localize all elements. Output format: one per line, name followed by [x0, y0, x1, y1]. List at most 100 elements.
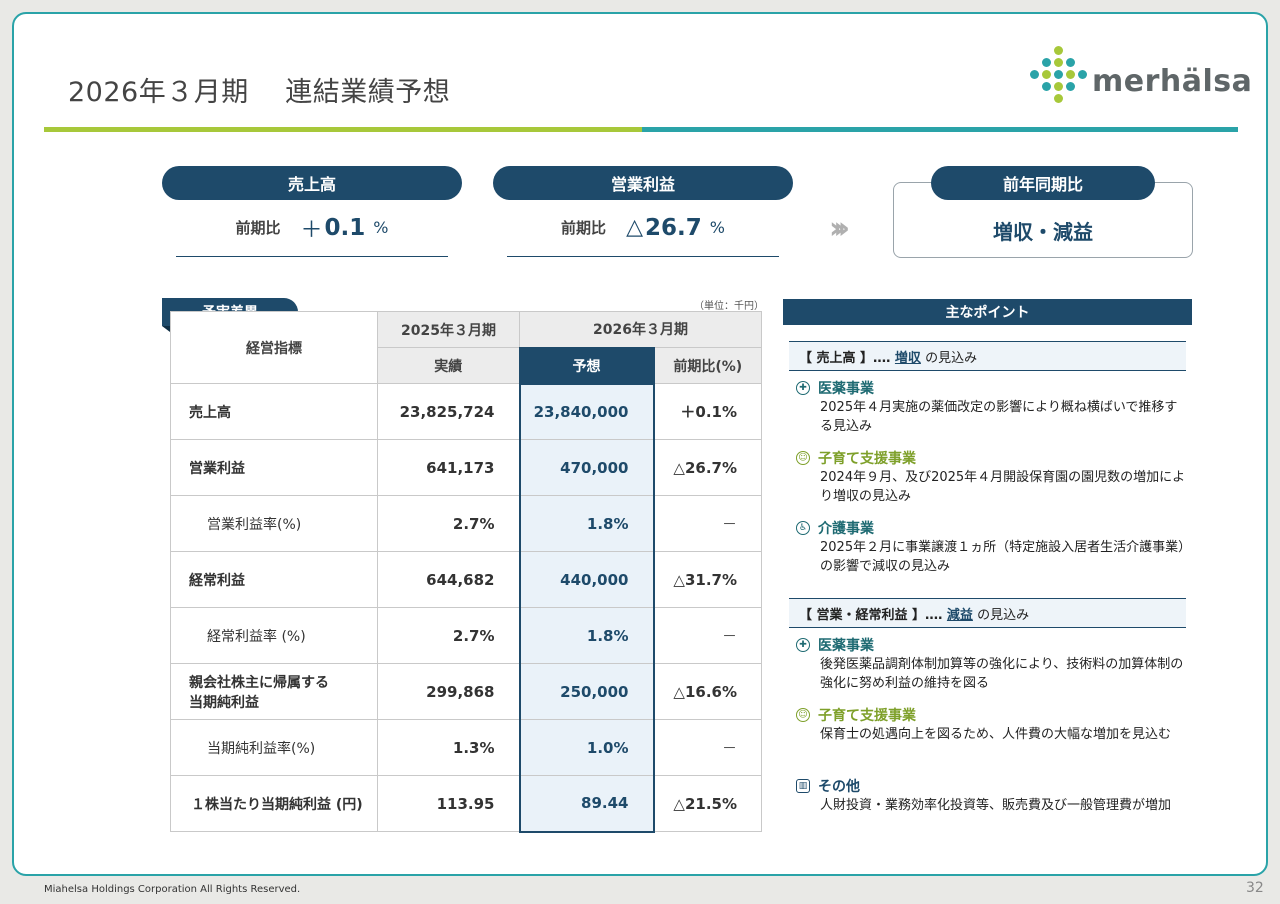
title-rule-teal [642, 127, 1238, 132]
kpi-sales-sign: ＋ [300, 217, 323, 243]
point-text: 2024年９月、及び2025年４月開設保育園の園児数の増加により増収の見込み [820, 470, 1186, 504]
childcare-icon: ☺ [796, 708, 810, 722]
table-row: 営業利益 641,173 470,000 △26.7% [170, 439, 762, 496]
cell-actual: 2.7% [377, 607, 520, 664]
page-number: 32 [1246, 880, 1264, 896]
forecast-table: 経営指標 2025年３月期 2026年３月期 実績 予想 前期比(%) 売上高 … [170, 311, 762, 833]
kpi-sales-row-label: 前期比 [235, 219, 281, 237]
kpi-op-profit-pill: 営業利益 [493, 166, 793, 200]
section-sales-prefix: 【 売上高 】‥‥ [799, 350, 895, 366]
cell-yoy: △31.7% [653, 551, 762, 608]
row-label: 営業利益 [170, 439, 378, 496]
kpi-op-profit-unit: % [709, 218, 725, 237]
table-row: 当期純利益率(%) 1.3% 1.0% － [170, 719, 762, 776]
yoy-value: 増収・減益 [993, 220, 1093, 244]
kpi-sales-value: 0.1 [324, 214, 366, 241]
header-yoy: 前期比(%) [653, 347, 762, 384]
cell-actual: 1.3% [377, 719, 520, 776]
row-label: 経常利益 [170, 551, 378, 608]
section-profit: 【 営業・経常利益 】‥‥ 減益 の見込み [789, 598, 1186, 628]
title-rule-green [44, 127, 642, 132]
cell-forecast: 1.8% [518, 607, 655, 664]
table-row: 売上高 23,825,724 23,840,000 ＋0.1% [170, 383, 762, 440]
medical-icon: ✚ [796, 381, 810, 395]
section-sales-keyword: 増収 [894, 350, 921, 366]
row-label: 売上高 [170, 383, 378, 440]
point-item: ✚ 医薬事業 後発医薬品調剤体制加算等の強化により、技術料の加算体制の強化に努め利… [796, 635, 1186, 693]
point-title: 子育て支援事業 [818, 451, 916, 467]
nursing-care-icon: ♿ [796, 521, 810, 535]
medical-icon: ✚ [796, 638, 810, 652]
row-label: 営業利益率(%) [170, 495, 378, 552]
header-fy2026: 2026年３月期 [519, 311, 762, 348]
table-row: １株当たり当期純利益 (円) 113.95 89.44 △21.5% [170, 775, 762, 833]
row-label: 当期純利益率(%) [170, 719, 378, 776]
cell-forecast: 470,000 [518, 439, 655, 496]
point-title: 医薬事業 [818, 638, 874, 654]
table-row: 経常利益率 (%) 2.7% 1.8% － [170, 607, 762, 664]
table-row: 親会社株主に帰属する 当期純利益 299,868 250,000 △16.6% [170, 663, 762, 720]
section-profit-suffix: の見込み [972, 607, 1030, 623]
cell-forecast: 89.44 [518, 775, 655, 833]
row-label: 経常利益率 (%) [170, 607, 378, 664]
table-row: 営業利益率(%) 2.7% 1.8% － [170, 495, 762, 552]
cell-actual: 23,825,724 [377, 383, 520, 440]
cell-yoy: － [653, 719, 762, 776]
kpi-op-profit-row: 前期比 △ 26.7 % [507, 199, 779, 257]
footer-copyright: Miahelsa Holdings Corporation All Rights… [44, 884, 301, 895]
cell-actual: 2.7% [377, 495, 520, 552]
unit-note: （単位：千円） [694, 301, 764, 312]
page-title: 2026年３月期 連結業績予想 [68, 77, 451, 108]
row-label-line1: 親会社株主に帰属する [189, 674, 329, 691]
cell-actual: 299,868 [377, 663, 520, 720]
cell-forecast: 23,840,000 [518, 383, 655, 440]
kpi-op-profit-sign: △ [626, 215, 643, 240]
point-text: 人財投資・業務効率化投資等、販売費及び一般管理費が増加 [820, 798, 1172, 813]
cell-yoy: △16.6% [653, 663, 762, 720]
kpi-op-profit-value: 26.7 [644, 214, 702, 241]
header-forecast: 予想 [518, 346, 655, 385]
header-metric: 経営指標 [170, 311, 378, 384]
section-sales-suffix: の見込み [920, 350, 978, 366]
point-text: 後発医薬品調剤体制加算等の強化により、技術料の加算体制の強化に努め利益の維持を図… [820, 657, 1184, 691]
yoy-pill: 前年同期比 [931, 166, 1155, 200]
point-text: 2025年４月実施の薬価改定の影響により概ね横ばいで推移する見込み [820, 400, 1178, 434]
cell-actual: 641,173 [377, 439, 520, 496]
point-title: その他 [818, 779, 860, 795]
point-text: 保育士の処遇向上を図るため、人件費の大幅な増加を見込む [820, 727, 1172, 742]
header-actual: 実績 [377, 347, 520, 384]
kpi-sales-unit: % [373, 218, 389, 237]
cell-actual: 113.95 [377, 775, 520, 832]
logo: merhälsa [1030, 44, 1252, 108]
childcare-icon: ☺ [796, 451, 810, 465]
section-profit-prefix: 【 営業・経常利益 】‥‥ [799, 607, 947, 623]
kpi-op-profit-row-label: 前期比 [561, 219, 607, 237]
cell-yoy: ＋0.1% [653, 383, 762, 440]
kpi-sales-row: 前期比 ＋ 0.1 % [176, 199, 448, 257]
cell-forecast: 440,000 [518, 551, 655, 608]
logo-text: merhälsa [1092, 64, 1253, 99]
header-fy2025: 2025年３月期 [377, 311, 520, 348]
point-title: 介護事業 [818, 521, 874, 537]
point-item: ☺ 子育て支援事業 保育士の処遇向上を図るため、人件費の大幅な増加を見込む [796, 705, 1186, 744]
cell-forecast: 1.8% [518, 495, 655, 552]
chevron-right-icon: ››› [829, 211, 850, 246]
cell-yoy: △26.7% [653, 439, 762, 496]
point-item: ▥ その他 人財投資・業務効率化投資等、販売費及び一般管理費が増加 [796, 776, 1186, 815]
row-label: １株当たり当期純利益 (円) [170, 775, 378, 832]
point-item: ☺ 子育て支援事業 2024年９月、及び2025年４月開設保育園の園児数の増加によ… [796, 448, 1186, 506]
cell-actual: 644,682 [377, 551, 520, 608]
cell-forecast: 1.0% [518, 719, 655, 776]
slide: 2026年３月期 連結業績予想 merhälsa 売上高 前期比 ＋ 0.1 %… [12, 12, 1268, 876]
cell-forecast: 250,000 [518, 663, 655, 720]
cell-yoy: － [653, 495, 762, 552]
point-title: 医薬事業 [818, 381, 874, 397]
cell-yoy: － [653, 607, 762, 664]
point-title: 子育て支援事業 [818, 708, 916, 724]
point-item: ✚ 医薬事業 2025年４月実施の薬価改定の影響により概ね横ばいで推移する見込み [796, 378, 1186, 436]
building-icon: ▥ [796, 779, 810, 793]
row-label: 親会社株主に帰属する 当期純利益 [170, 663, 378, 720]
logo-mark-icon [1030, 46, 1087, 103]
section-sales: 【 売上高 】‥‥ 増収 の見込み [789, 341, 1186, 371]
key-points-header: 主なポイント [783, 299, 1192, 325]
